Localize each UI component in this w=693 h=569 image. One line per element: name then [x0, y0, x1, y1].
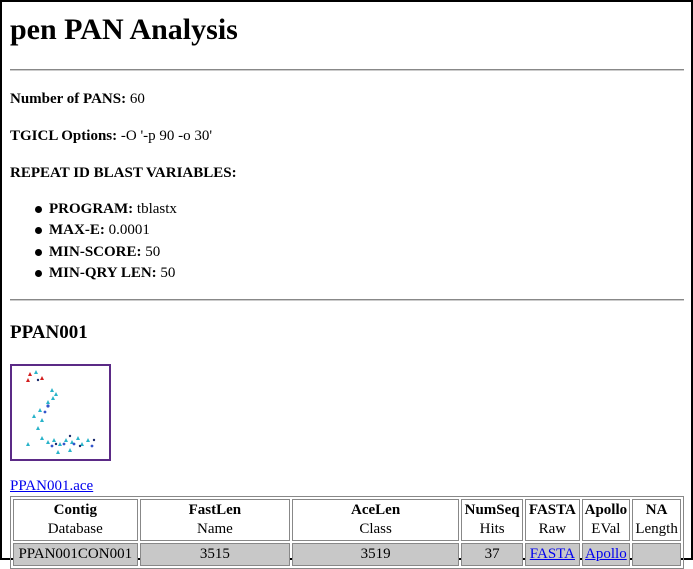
- column-header: Contig Database: [13, 499, 138, 541]
- divider: [10, 299, 684, 301]
- table-header-row: Contig Database FastLen Name AceLen Class N…: [13, 499, 681, 541]
- numseq-cell: 37: [460, 543, 524, 566]
- blast-var-label: MIN-QRY LEN:: [49, 264, 157, 281]
- num-pans-value: 60: [129, 91, 145, 107]
- column-header-bottom: Length: [635, 521, 678, 537]
- column-header-top: FastLen: [188, 502, 242, 518]
- column-header: FastLen Name: [139, 499, 291, 541]
- list-item: MAX-E: 0.0001: [10, 220, 177, 241]
- assembly-thumbnail-link[interactable]: [10, 364, 111, 461]
- acelen-cell: 3519: [292, 543, 459, 566]
- blast-var-value: 0.0001: [108, 222, 150, 239]
- column-header-top: NumSeq: [464, 502, 520, 518]
- column-header: NA Length: [632, 499, 681, 541]
- list-item: MIN-SCORE: 50: [10, 242, 177, 263]
- column-header: FASTA Raw: [525, 499, 580, 541]
- blast-variables-list: PROGRAM: tblastx MAX-E: 0.0001 MIN-SCORE…: [10, 199, 177, 284]
- list-item: MIN-QRY LEN: 50: [10, 263, 177, 284]
- page: pen PAN Analysis Number of PANS: 60 TGIC…: [10, 2, 684, 569]
- repeat-heading-line: REPEAT ID BLAST VARIABLES:: [10, 164, 237, 182]
- column-header: NumSeq Hits: [460, 499, 524, 541]
- list-item: PROGRAM: tblastx: [10, 199, 177, 220]
- blast-var-value: tblastx: [136, 201, 177, 217]
- column-header-bottom: EVal: [591, 521, 621, 537]
- divider: [10, 69, 684, 71]
- apollo-cell: Apollo: [581, 543, 631, 566]
- tgicl-value: -O '-p 90 -o 30': [120, 128, 213, 144]
- na-cell: [632, 543, 681, 566]
- column-header: AceLen Class: [292, 499, 459, 541]
- assembly-graph-image: [26, 370, 96, 454]
- section-title: PPAN001: [10, 322, 88, 343]
- num-pans-line: Number of PANS: 60: [10, 90, 145, 108]
- blast-var-label: MIN-SCORE:: [49, 243, 142, 260]
- column-header-bottom: Class: [359, 521, 392, 537]
- fastlen-cell: 3515: [139, 543, 291, 566]
- tgicl-label: TGICL Options:: [10, 128, 118, 144]
- column-header-top: Apollo: [584, 502, 628, 518]
- table-row: PPAN001CON001 3515 3519 37 FASTA Apollo: [13, 543, 681, 566]
- column-header: Apollo EVal: [581, 499, 631, 541]
- blast-var-label: PROGRAM:: [49, 201, 134, 217]
- repeat-heading: REPEAT ID BLAST VARIABLES:: [10, 165, 237, 181]
- num-pans-label: Number of PANS:: [10, 91, 127, 107]
- column-header-top: AceLen: [351, 502, 401, 518]
- page-title: pen PAN Analysis: [10, 13, 238, 46]
- ace-file-link[interactable]: PPAN001.ace: [10, 478, 93, 495]
- column-header-bottom: Hits: [479, 521, 505, 537]
- contig-table: Contig Database FastLen Name AceLen Class N…: [10, 496, 684, 569]
- contig-cell: PPAN001CON001: [13, 543, 138, 566]
- fasta-cell: FASTA: [525, 543, 580, 566]
- column-header-bottom: Name: [196, 521, 233, 537]
- blast-var-value: 50: [160, 264, 176, 281]
- column-header-bottom: Raw: [538, 521, 567, 537]
- tgicl-line: TGICL Options: -O '-p 90 -o 30': [10, 127, 212, 145]
- column-header-top: Contig: [53, 502, 97, 518]
- column-header-top: NA: [645, 502, 668, 518]
- column-header-bottom: Database: [47, 521, 103, 537]
- column-header-top: FASTA: [528, 502, 576, 518]
- blast-var-label: MAX-E:: [49, 222, 105, 239]
- blast-var-value: 50: [145, 243, 161, 260]
